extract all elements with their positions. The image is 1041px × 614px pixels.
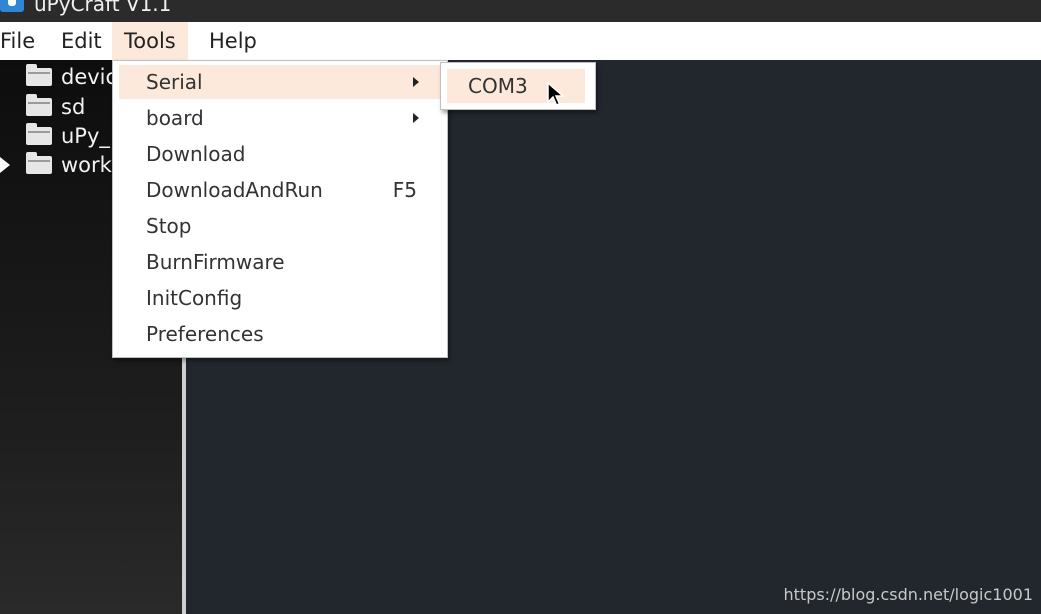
menu-tools[interactable]: Tools: [112, 22, 188, 60]
menu-item-serial[interactable]: Serial: [119, 65, 441, 99]
shortcut-label: F5: [392, 178, 417, 202]
title-bar: uPyCraft V1.1: [0, 0, 1041, 22]
watermark: https://blog.csdn.net/logic1001: [783, 585, 1034, 604]
menu-edit[interactable]: Edit: [57, 22, 106, 60]
menu-item-stop[interactable]: Stop: [119, 209, 441, 243]
menu-file[interactable]: File: [0, 22, 39, 60]
menu-item-label: board: [146, 106, 204, 130]
menu-item-label: InitConfig: [146, 286, 243, 310]
python-logo-icon: [0, 0, 24, 12]
window-title: uPyCraft V1.1: [34, 0, 172, 16]
menu-bar: File Edit Tools Help: [0, 22, 1041, 61]
menu-item-label: Serial: [146, 70, 203, 94]
menu-item-preferences[interactable]: Preferences: [119, 317, 441, 351]
menu-item-board[interactable]: board: [119, 101, 441, 135]
tree-item-label: uPy_: [61, 124, 110, 148]
submenu-arrow-icon: [413, 113, 419, 123]
tools-menu: Serial board Download DownloadAndRun F5 …: [112, 60, 448, 358]
menu-item-download[interactable]: Download: [119, 137, 441, 171]
menu-item-label: BurnFirmware: [146, 250, 285, 274]
submenu-arrow-icon: [413, 77, 419, 87]
expand-arrow-icon[interactable]: [0, 157, 10, 173]
menu-item-label: COM3: [468, 74, 528, 98]
folder-icon: [26, 152, 52, 174]
menu-item-label: Download: [146, 142, 246, 166]
menu-help[interactable]: Help: [205, 22, 261, 60]
tree-item-label: devic: [61, 65, 118, 89]
folder-icon: [26, 94, 52, 116]
menu-item-label: Preferences: [146, 322, 264, 346]
menu-item-burn-firmware[interactable]: BurnFirmware: [119, 245, 441, 279]
folder-icon: [26, 123, 52, 145]
menu-item-download-and-run[interactable]: DownloadAndRun F5: [119, 173, 441, 207]
tree-item-label: sd: [61, 95, 86, 119]
mouse-pointer-icon: [547, 82, 565, 106]
serial-submenu: COM3: [440, 62, 596, 110]
menu-item-label: Stop: [146, 214, 192, 238]
menu-item-init-config[interactable]: InitConfig: [119, 281, 441, 315]
folder-icon: [26, 64, 52, 86]
menu-item-label: DownloadAndRun: [146, 178, 323, 202]
